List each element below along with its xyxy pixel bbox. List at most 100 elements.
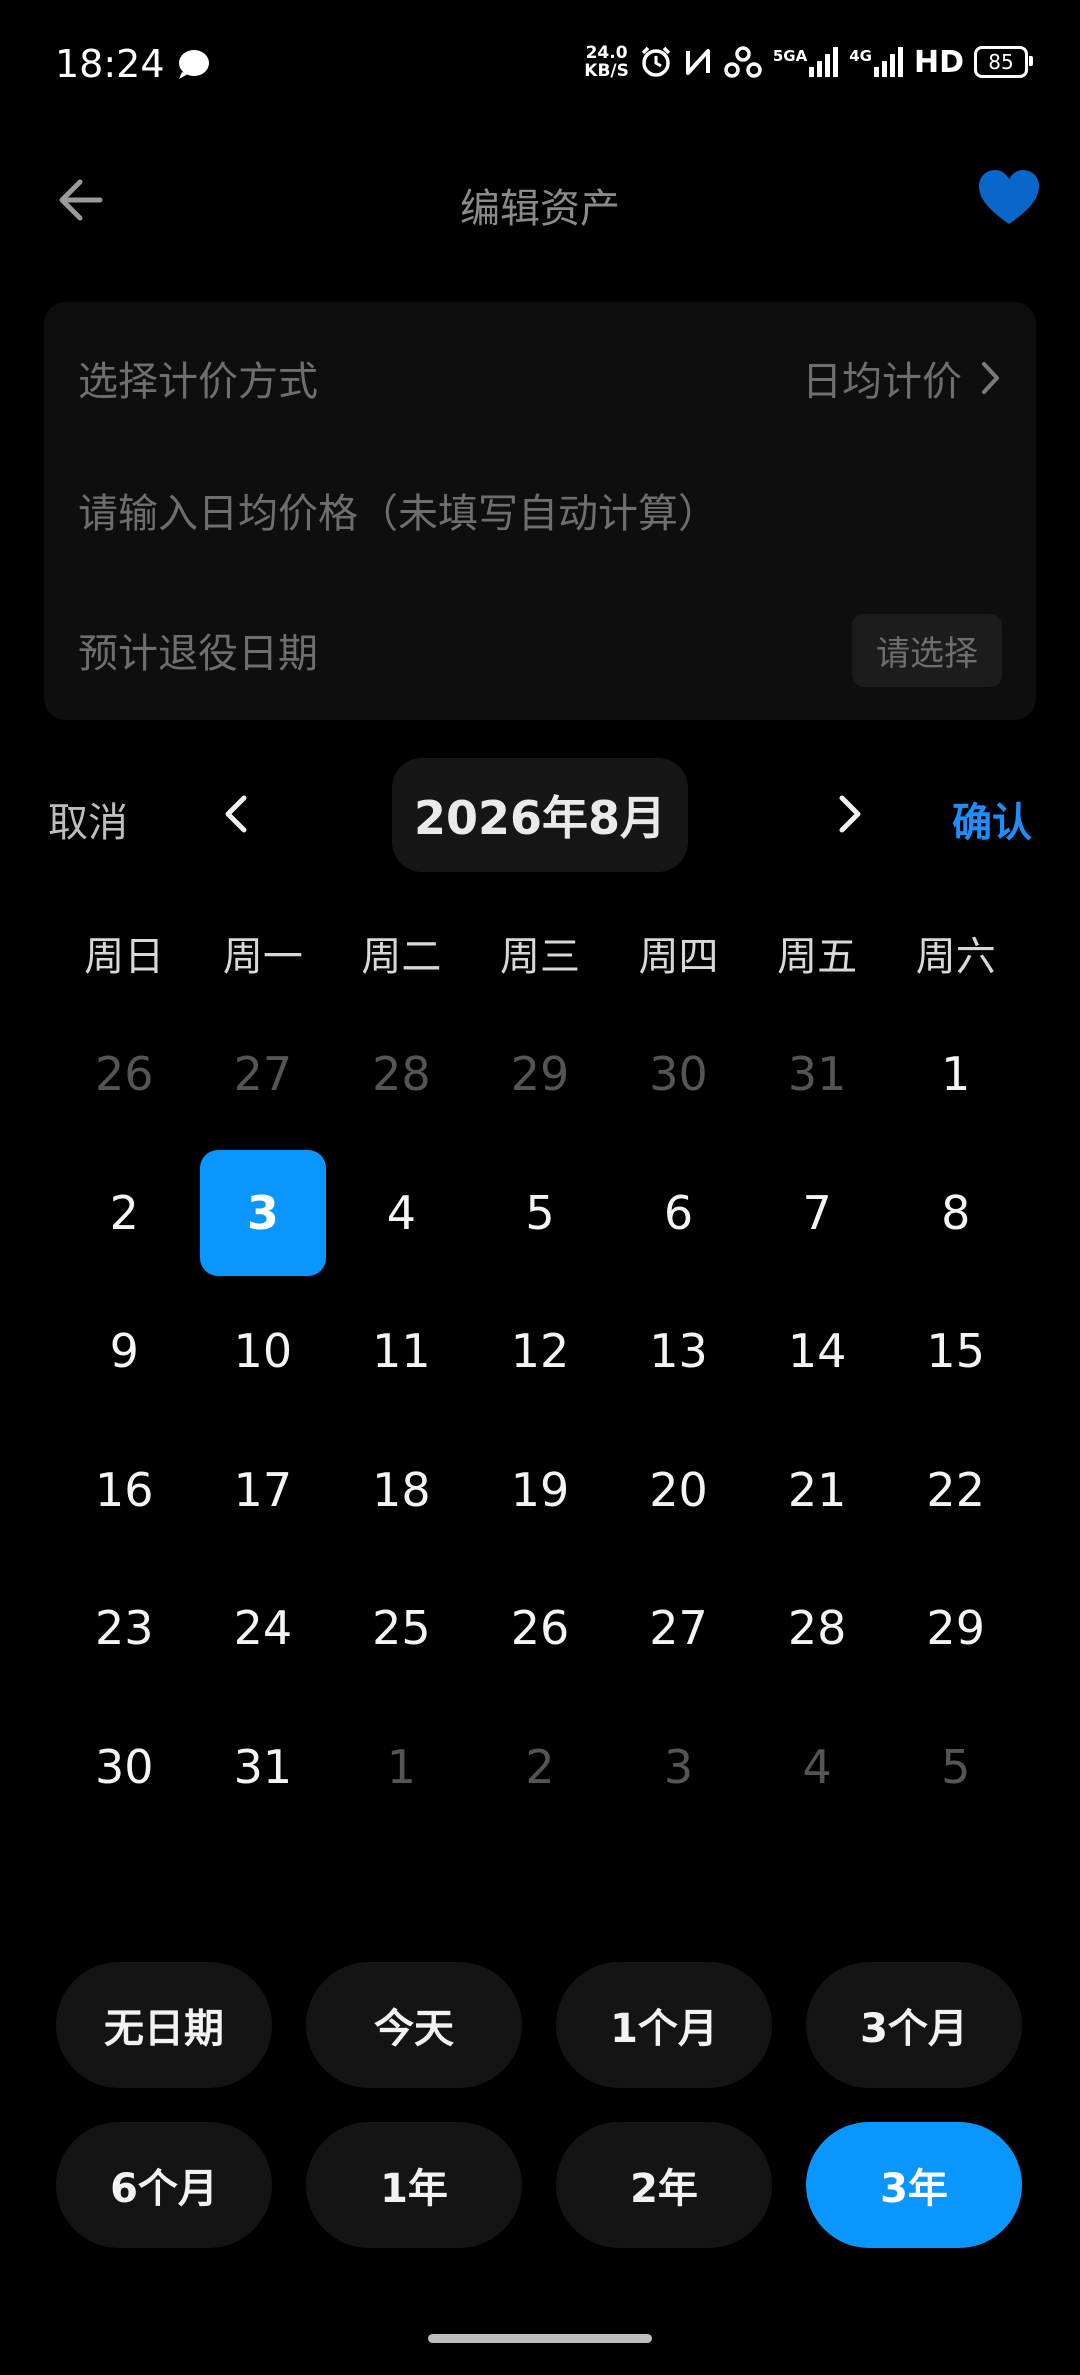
chevron-right-icon[interactable] xyxy=(820,786,876,842)
calendar-day-number: 9 xyxy=(109,1324,139,1379)
calendar-day[interactable]: 28 xyxy=(748,1559,887,1698)
calendar-day[interactable]: 19 xyxy=(471,1421,610,1560)
calendar-day-number: 21 xyxy=(787,1462,847,1517)
message-bubble-icon xyxy=(179,50,209,79)
confirm-button[interactable]: 确认 xyxy=(952,790,1032,848)
month-selector[interactable]: 2026年8月 xyxy=(392,758,688,872)
quick-option-button[interactable]: 1个月 xyxy=(556,1962,772,2088)
calendar-day[interactable]: 31 xyxy=(748,1005,887,1144)
calendar-day-number: 13 xyxy=(649,1324,708,1379)
quick-date-options: 无日期 今天 1个月 3个月 6个月 1年 2年 3年 xyxy=(56,1962,1024,2248)
calendar-day-selected[interactable]: 3 xyxy=(194,1144,333,1283)
weekday-label: 周四 xyxy=(638,934,719,980)
calendar-day[interactable]: 3 xyxy=(609,1698,748,1837)
weekday-header: 周日 周一 周二 周三 周四 周五 周六 xyxy=(55,924,1025,982)
calendar-day-number: 12 xyxy=(510,1324,570,1379)
calendar-day[interactable]: 9 xyxy=(55,1282,194,1421)
status-icons: 24.0 KB/S 5GA 4G HD 85 xyxy=(584,44,1033,80)
quick-option-button[interactable]: 今天 xyxy=(306,1962,522,2088)
nfc-icon xyxy=(685,49,710,75)
calendar-day[interactable]: 7 xyxy=(748,1144,887,1283)
quick-option-button[interactable]: 无日期 xyxy=(56,1962,272,2088)
calendar-day[interactable]: 1 xyxy=(332,1698,471,1837)
quick-option-button[interactable]: 6个月 xyxy=(56,2122,272,2248)
hd-indicator: HD xyxy=(913,44,964,80)
calendar-day[interactable]: 20 xyxy=(609,1421,748,1560)
hotspot-icon xyxy=(724,46,762,78)
calendar-day[interactable]: 16 xyxy=(55,1421,194,1560)
calendar-day[interactable]: 13 xyxy=(609,1282,748,1421)
calendar-day[interactable]: 4 xyxy=(748,1698,887,1837)
app-header: 编辑资产 xyxy=(0,150,1080,255)
calendar-day[interactable]: 15 xyxy=(886,1282,1025,1421)
calendar-day[interactable]: 14 xyxy=(748,1282,887,1421)
calendar-day-number: 17 xyxy=(233,1462,293,1517)
calendar-day[interactable]: 29 xyxy=(886,1559,1025,1698)
calendar-day[interactable]: 8 xyxy=(886,1144,1025,1283)
calendar-day[interactable]: 6 xyxy=(609,1144,748,1283)
calendar-day[interactable]: 5 xyxy=(886,1698,1025,1837)
quick-option-button[interactable]: 2年 xyxy=(556,2122,772,2248)
calendar-day[interactable]: 21 xyxy=(748,1421,887,1560)
calendar-day-number: 4 xyxy=(802,1739,832,1794)
calendar-day[interactable]: 18 xyxy=(332,1421,471,1560)
quick-option-button[interactable]: 3个月 xyxy=(806,1962,1022,2088)
calendar-day[interactable]: 30 xyxy=(609,1005,748,1144)
calendar-day[interactable]: 1 xyxy=(886,1005,1025,1144)
calendar-day[interactable]: 2 xyxy=(471,1698,610,1837)
calendar-day[interactable]: 10 xyxy=(194,1282,333,1421)
calendar-day[interactable]: 29 xyxy=(471,1005,610,1144)
daily-price-input[interactable] xyxy=(78,491,1002,537)
calendar-day-number: 6 xyxy=(663,1185,694,1240)
page-title: 编辑资产 xyxy=(460,186,620,232)
calendar-day-number: 8 xyxy=(941,1185,971,1240)
weekday-label: 周二 xyxy=(361,934,442,980)
status-time: 18:24 xyxy=(55,42,165,86)
calendar-day[interactable]: 25 xyxy=(332,1559,471,1698)
calendar-day[interactable]: 22 xyxy=(886,1421,1025,1560)
calendar-day[interactable]: 24 xyxy=(194,1559,333,1698)
pricing-method-row[interactable]: 选择计价方式 日均计价 xyxy=(78,333,1002,423)
calendar-day[interactable]: 30 xyxy=(55,1698,194,1837)
heart-icon[interactable] xyxy=(976,166,1042,232)
status-bar: 18:24 24.0 KB/S 5GA 4G HD 85 xyxy=(0,0,1080,130)
calendar-day[interactable]: 5 xyxy=(471,1144,610,1283)
calendar-day-number: 26 xyxy=(510,1601,570,1656)
signal-icon xyxy=(809,47,839,77)
calendar-day[interactable]: 26 xyxy=(55,1005,194,1144)
calendar-day-number: 15 xyxy=(926,1324,985,1379)
calendar-day-number: 10 xyxy=(233,1324,293,1379)
calendar-day-number: 1 xyxy=(386,1739,417,1794)
calendar-day-number: 20 xyxy=(649,1462,708,1517)
weekday-label: 周六 xyxy=(915,934,996,980)
home-indicator[interactable] xyxy=(428,2334,652,2343)
weekday-label: 周五 xyxy=(777,934,858,980)
calendar-day-number: 28 xyxy=(372,1047,431,1102)
quick-option-button[interactable]: 1年 xyxy=(306,2122,522,2248)
calendar-day-number: 7 xyxy=(802,1185,832,1240)
chevron-left-icon[interactable] xyxy=(210,786,266,842)
calendar-day-number: 27 xyxy=(649,1601,708,1656)
calendar-day[interactable]: 17 xyxy=(194,1421,333,1560)
calendar-day[interactable]: 31 xyxy=(194,1698,333,1837)
calendar-day[interactable]: 27 xyxy=(194,1005,333,1144)
retire-date-row: 预计退役日期 请选择 xyxy=(78,605,1002,695)
weekday-label: 周一 xyxy=(222,934,303,980)
quick-option-button[interactable]: 3年 xyxy=(806,2122,1022,2248)
retire-date-select-button[interactable]: 请选择 xyxy=(852,613,1002,687)
calendar-day-grid: 26 27 28 29 30 31 1 2 3 4 5 6 7 8 9 10 11 12 13 14 15 16 17 18 1… xyxy=(55,1005,1025,1836)
calendar-day[interactable]: 27 xyxy=(609,1559,748,1698)
calendar-day[interactable]: 4 xyxy=(332,1144,471,1283)
calendar-day-number: 25 xyxy=(372,1601,431,1656)
calendar-day-number: 5 xyxy=(525,1185,555,1240)
calendar-day[interactable]: 11 xyxy=(332,1282,471,1421)
calendar-day[interactable]: 2 xyxy=(55,1144,194,1283)
cancel-button[interactable]: 取消 xyxy=(48,790,128,848)
calendar-day-number: 14 xyxy=(787,1324,847,1379)
calendar-day[interactable]: 23 xyxy=(55,1559,194,1698)
calendar-day-number: 3 xyxy=(199,1149,326,1276)
calendar-day[interactable]: 26 xyxy=(471,1559,610,1698)
calendar-day[interactable]: 28 xyxy=(332,1005,471,1144)
weekday-label: 周日 xyxy=(84,934,165,980)
calendar-day[interactable]: 12 xyxy=(471,1282,610,1421)
